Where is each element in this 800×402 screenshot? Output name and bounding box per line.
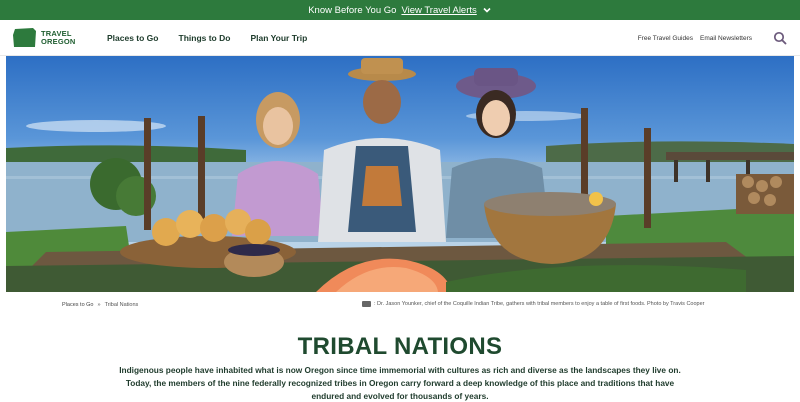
camera-icon bbox=[362, 301, 371, 307]
nav-things-to-do[interactable]: Things to Do bbox=[179, 33, 231, 43]
oregon-logo-icon bbox=[13, 28, 36, 47]
main-nav: Places to Go Things to Do Plan Your Trip bbox=[107, 20, 307, 56]
nav-plan-your-trip[interactable]: Plan Your Trip bbox=[250, 33, 307, 43]
travel-oregon-logo[interactable]: TRAVEL OREGON bbox=[13, 27, 76, 48]
breadcrumb-places-to-go[interactable]: Places to Go bbox=[62, 302, 94, 308]
hero-image bbox=[6, 56, 794, 292]
utility-nav: Free Travel Guides Email Newsletters bbox=[638, 20, 752, 56]
search-icon[interactable] bbox=[773, 31, 787, 45]
free-travel-guides-link[interactable]: Free Travel Guides bbox=[638, 35, 693, 42]
chevron-down-icon[interactable] bbox=[482, 5, 492, 15]
page-title: TRIBAL NATIONS bbox=[297, 333, 503, 360]
email-newsletters-link[interactable]: Email Newsletters bbox=[700, 35, 752, 42]
view-travel-alerts-link[interactable]: View Travel Alerts bbox=[401, 5, 476, 16]
photo-caption: : Dr. Jason Younker, chief of the Coquil… bbox=[362, 301, 704, 307]
breadcrumb-separator: » bbox=[97, 302, 101, 308]
hero-illustration bbox=[6, 58, 794, 292]
site-header: TRAVEL OREGON Places to Go Things to Do … bbox=[0, 20, 800, 56]
photo-caption-text: : Dr. Jason Younker, chief of the Coquil… bbox=[374, 301, 705, 307]
alert-text: Know Before You Go bbox=[308, 4, 397, 16]
logo-line-2: OREGON bbox=[41, 36, 76, 46]
alert-bar: Know Before You Go View Travel Alerts bbox=[0, 0, 800, 20]
nav-places-to-go[interactable]: Places to Go bbox=[107, 33, 159, 43]
breadcrumb: Places to Go » Tribal Nations bbox=[62, 302, 138, 308]
intro-paragraph: Indigenous people have inhabited what is… bbox=[119, 365, 681, 401]
breadcrumb-tribal-nations: Tribal Nations bbox=[104, 302, 139, 308]
